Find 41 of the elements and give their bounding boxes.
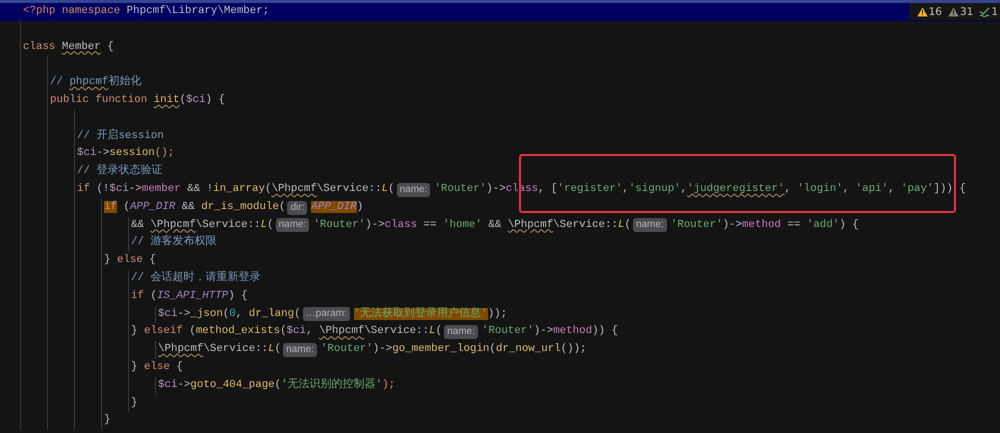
code-text: // phpcmf初始化 [50, 74, 142, 90]
inspection-widget[interactable]: 16 31 1 [908, 3, 1000, 20]
code-text: $ci->session(); [77, 146, 174, 162]
code-text: $ci->goto_404_page('无法识别的控制器'); [158, 377, 396, 393]
code-text: APP_DIR) [311, 200, 364, 215]
parameter-hint: name: [632, 218, 667, 232]
warning-icon [948, 6, 959, 16]
parameter-hint: name: [283, 343, 317, 358]
code-text: // 开启session [77, 128, 164, 144]
code-text: } else { [131, 360, 183, 375]
check-icon [979, 6, 990, 16]
code-text: // 会话超时，请重新登录 [131, 270, 260, 286]
code-text: && \Phpcmf\Service::L( [131, 218, 274, 233]
code-text: \Phpcmf\Service::L( [158, 342, 282, 358]
code-text: 'Router')->method == 'add') { [670, 218, 859, 233]
parameter-hint: name: [276, 218, 310, 232]
code-text: '无法获取到登录用户信息')); [354, 306, 508, 322]
code-text: 'Router')->go_member_login(dr_now_url()); [320, 342, 587, 358]
code-text: class Member { [23, 40, 114, 55]
parameter-hint: name: [396, 182, 430, 197]
code-text: 'Router')->class == 'home' && \Phpcmf\Service::L( [313, 218, 631, 233]
code-text: public function init($ci) { [50, 92, 225, 108]
inspection-count: 16 [928, 6, 942, 18]
inspection-count: 31 [960, 6, 974, 18]
parameter-hint: dir: [287, 200, 308, 215]
code-text: } [104, 413, 110, 428]
parameter-hint: name: [444, 325, 478, 340]
code-text: } else { [104, 253, 156, 268]
code-text: 'Router')->method)) { [482, 324, 618, 340]
inspection-count: 1 [991, 6, 998, 18]
code-text: <?php namespace Phpcmf\Library\Member; [23, 4, 270, 19]
code-text: // 游客发布权限 [131, 234, 216, 250]
code-text: $ci->_json(0, dr_lang( [158, 306, 301, 322]
code-text: if (APP_DIR && dr_is_module( [104, 200, 286, 215]
parameter-hint: …param: [302, 307, 350, 322]
code-text: if (!$ci->member && !in_array(\Phpcmf\Service::L( [77, 182, 395, 197]
code-text: } [131, 396, 138, 411]
code-text: // 登录状态验证 [77, 163, 162, 180]
code-text: } elseif (method_exists($ci, \Phpcmf\Service::L( [131, 324, 442, 340]
code-text: if (IS_API_HTTP) { [131, 288, 248, 304]
warning-icon [916, 6, 928, 16]
